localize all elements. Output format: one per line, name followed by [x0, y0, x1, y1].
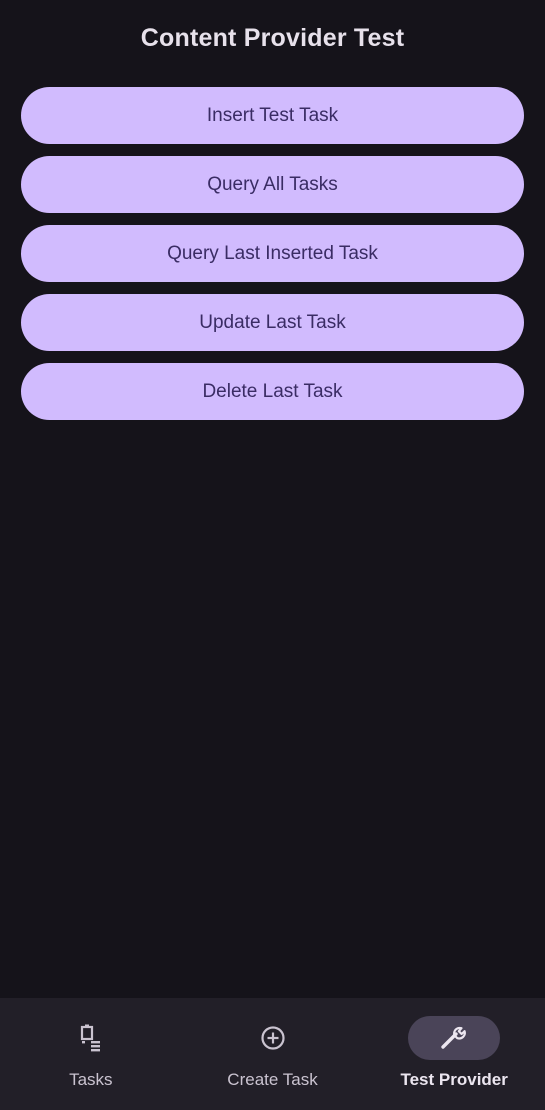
nav-item-create-task[interactable]: Create Task	[182, 998, 364, 1110]
task-list-icon	[80, 1024, 100, 1052]
query-last-inserted-task-button[interactable]: Query Last Inserted Task	[21, 225, 524, 282]
update-last-task-button[interactable]: Update Last Task	[21, 294, 524, 351]
nav-item-tasks[interactable]: Tasks	[0, 998, 182, 1110]
nav-icon-container	[45, 1016, 137, 1060]
app-screen: Content Provider Test Insert Test Task Q…	[0, 0, 545, 1110]
nav-label-test-provider: Test Provider	[400, 1070, 508, 1089]
action-button-list: Insert Test Task Query All Tasks Query L…	[21, 87, 524, 420]
nav-item-test-provider[interactable]: Test Provider	[363, 998, 545, 1110]
wrench-icon	[441, 1026, 467, 1049]
nav-label-tasks: Tasks	[69, 1070, 113, 1089]
nav-active-indicator	[408, 1016, 501, 1060]
add-circle-icon	[260, 1026, 285, 1050]
page-title: Content Provider Test	[140, 24, 405, 52]
bottom-navigation-bar: Tasks Create Task Test Provider	[0, 998, 545, 1110]
delete-last-task-button[interactable]: Delete Last Task	[21, 363, 524, 420]
nav-icon-container	[227, 1016, 319, 1060]
query-all-tasks-button[interactable]: Query All Tasks	[21, 156, 524, 213]
insert-test-task-button[interactable]: Insert Test Task	[21, 87, 524, 144]
nav-label-create-task: Create Task	[227, 1070, 318, 1089]
